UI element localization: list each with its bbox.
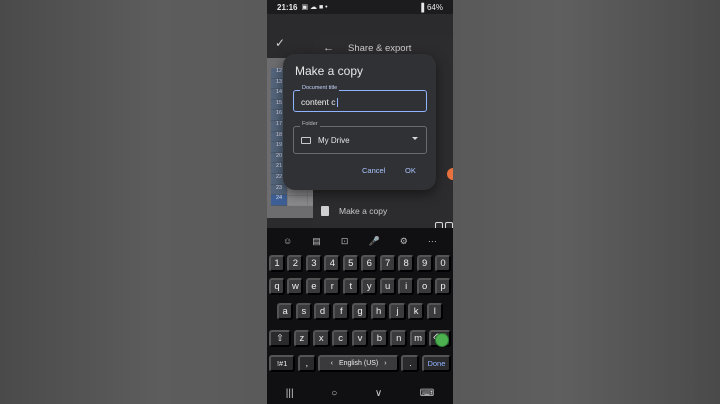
key[interactable]: c: [332, 330, 350, 347]
space-left-arrow-icon: ‹: [330, 360, 333, 367]
make-copy-label: Make a copy: [339, 206, 388, 216]
space-label: English (US): [338, 360, 379, 367]
period-key[interactable]: .: [401, 355, 420, 372]
key[interactable]: k: [408, 303, 425, 320]
key[interactable]: 8: [398, 255, 415, 272]
comma-key[interactable]: ,: [297, 355, 316, 372]
key[interactable]: a: [277, 303, 294, 320]
back-arrow-icon[interactable]: ←: [323, 42, 334, 54]
key[interactable]: 1: [269, 255, 285, 272]
recents-icon[interactable]: |||: [286, 388, 294, 399]
settings-gear-icon[interactable]: ⚙: [400, 236, 408, 247]
system-nav-bar: ||| ○ ∨ ⌨: [267, 382, 453, 404]
copy-document-icon: [321, 206, 329, 216]
key[interactable]: b: [370, 330, 388, 347]
letter-row-3: ⇧ z x c v b n m ⌫: [269, 330, 452, 347]
microphone-icon[interactable]: 🎤: [368, 236, 379, 247]
status-bar: 21:16 ▣ ☁ ■ • ▐ 64%: [267, 0, 453, 14]
phone-screen: 21:16 ▣ ☁ ■ • ▐ 64% ✓ 12 13 14 15 16 17 …: [267, 0, 453, 404]
folder-label: Folder: [300, 121, 320, 127]
key[interactable]: s: [295, 303, 312, 320]
key[interactable]: d: [314, 303, 331, 320]
key[interactable]: x: [312, 330, 330, 347]
folder-select[interactable]: Folder My Drive: [293, 121, 427, 154]
document-title-input[interactable]: content c: [301, 97, 338, 108]
key[interactable]: o: [416, 278, 433, 295]
letter-row-2: a s d f g h j k l: [269, 303, 451, 320]
video-background-right: [453, 0, 720, 404]
key[interactable]: 9: [416, 255, 433, 272]
more-options-icon[interactable]: ⋯: [428, 236, 437, 247]
dropdown-arrow-icon: [412, 137, 418, 140]
key[interactable]: p: [435, 278, 452, 295]
key[interactable]: u: [379, 278, 396, 295]
key[interactable]: 2: [287, 255, 304, 272]
floating-green-button-icon[interactable]: [435, 333, 449, 347]
key[interactable]: n: [390, 330, 408, 347]
symbols-key[interactable]: !#1: [269, 355, 296, 372]
home-icon[interactable]: ○: [331, 388, 337, 399]
key[interactable]: w: [287, 278, 304, 295]
make-copy-option[interactable]: Make a copy: [321, 206, 387, 216]
space-bar[interactable]: ‹ English (US) ›: [318, 355, 399, 372]
key[interactable]: m: [409, 330, 427, 347]
keyboard-toolbar: ☺ ▤ ⊡ 🎤 ⚙ ⋯: [267, 232, 453, 250]
key[interactable]: h: [370, 303, 387, 320]
key[interactable]: i: [398, 278, 415, 295]
key[interactable]: 7: [379, 255, 396, 272]
text-cursor: [336, 98, 338, 108]
key[interactable]: r: [324, 278, 341, 295]
space-right-arrow-icon: ›: [384, 360, 387, 367]
keyboard-switch-icon[interactable]: ⌨: [420, 388, 434, 399]
key[interactable]: l: [426, 303, 443, 320]
make-copy-dialog: Make a copy Document title content c Fol…: [283, 54, 436, 190]
dialog-title: Make a copy: [295, 64, 364, 78]
soft-keyboard: ☺ ▤ ⊡ 🎤 ⚙ ⋯ 1 2 3 4 5 6 7 8 9 0 q w e r …: [267, 228, 453, 404]
floating-edge-handle[interactable]: [447, 168, 453, 180]
key[interactable]: g: [351, 303, 369, 320]
folder-value: My Drive: [318, 136, 350, 145]
back-icon[interactable]: ∨: [375, 388, 382, 399]
bottom-row: !#1 , ‹ English (US) › . Done: [269, 355, 451, 372]
letter-row-1: q w e r t y u i o p: [269, 278, 452, 295]
check-icon[interactable]: ✓: [275, 36, 285, 50]
key[interactable]: 3: [305, 255, 322, 272]
battery-level: 64%: [426, 2, 443, 12]
emoji-icon[interactable]: ☺: [283, 236, 292, 246]
signal-icon: ▐: [418, 2, 424, 12]
clipboard-icon[interactable]: ▤: [312, 236, 321, 247]
cancel-button[interactable]: Cancel: [362, 166, 385, 175]
key[interactable]: e: [305, 278, 322, 295]
ok-button[interactable]: OK: [405, 166, 416, 175]
key[interactable]: 5: [342, 255, 359, 272]
shift-key[interactable]: ⇧: [269, 330, 291, 347]
document-title-field[interactable]: Document title content c: [293, 85, 427, 112]
number-row: 1 2 3 4 5 6 7 8 9 0: [269, 255, 452, 272]
key[interactable]: f: [333, 303, 350, 320]
key[interactable]: 0: [435, 255, 452, 272]
document-title-value: content c: [301, 97, 336, 107]
row-number: 23: [271, 184, 287, 196]
key[interactable]: j: [389, 303, 406, 320]
row-number: 24: [271, 195, 287, 206]
status-time: 21:16: [277, 2, 298, 12]
share-title: Share & export: [348, 42, 412, 54]
document-title-label: Document title: [300, 85, 340, 91]
status-icons: ▣ ☁ ■ •: [301, 4, 328, 11]
key[interactable]: t: [342, 278, 359, 295]
key[interactable]: v: [351, 330, 369, 347]
key[interactable]: 6: [361, 255, 378, 272]
key[interactable]: q: [269, 278, 285, 295]
sticker-icon[interactable]: ⊡: [341, 236, 349, 247]
key[interactable]: z: [293, 330, 311, 347]
done-key[interactable]: Done: [421, 355, 451, 372]
key[interactable]: 4: [324, 255, 341, 272]
folder-icon: [301, 137, 311, 144]
key[interactable]: y: [361, 278, 378, 295]
video-background-left: [0, 0, 267, 404]
share-header: ← Share & export: [323, 42, 411, 54]
